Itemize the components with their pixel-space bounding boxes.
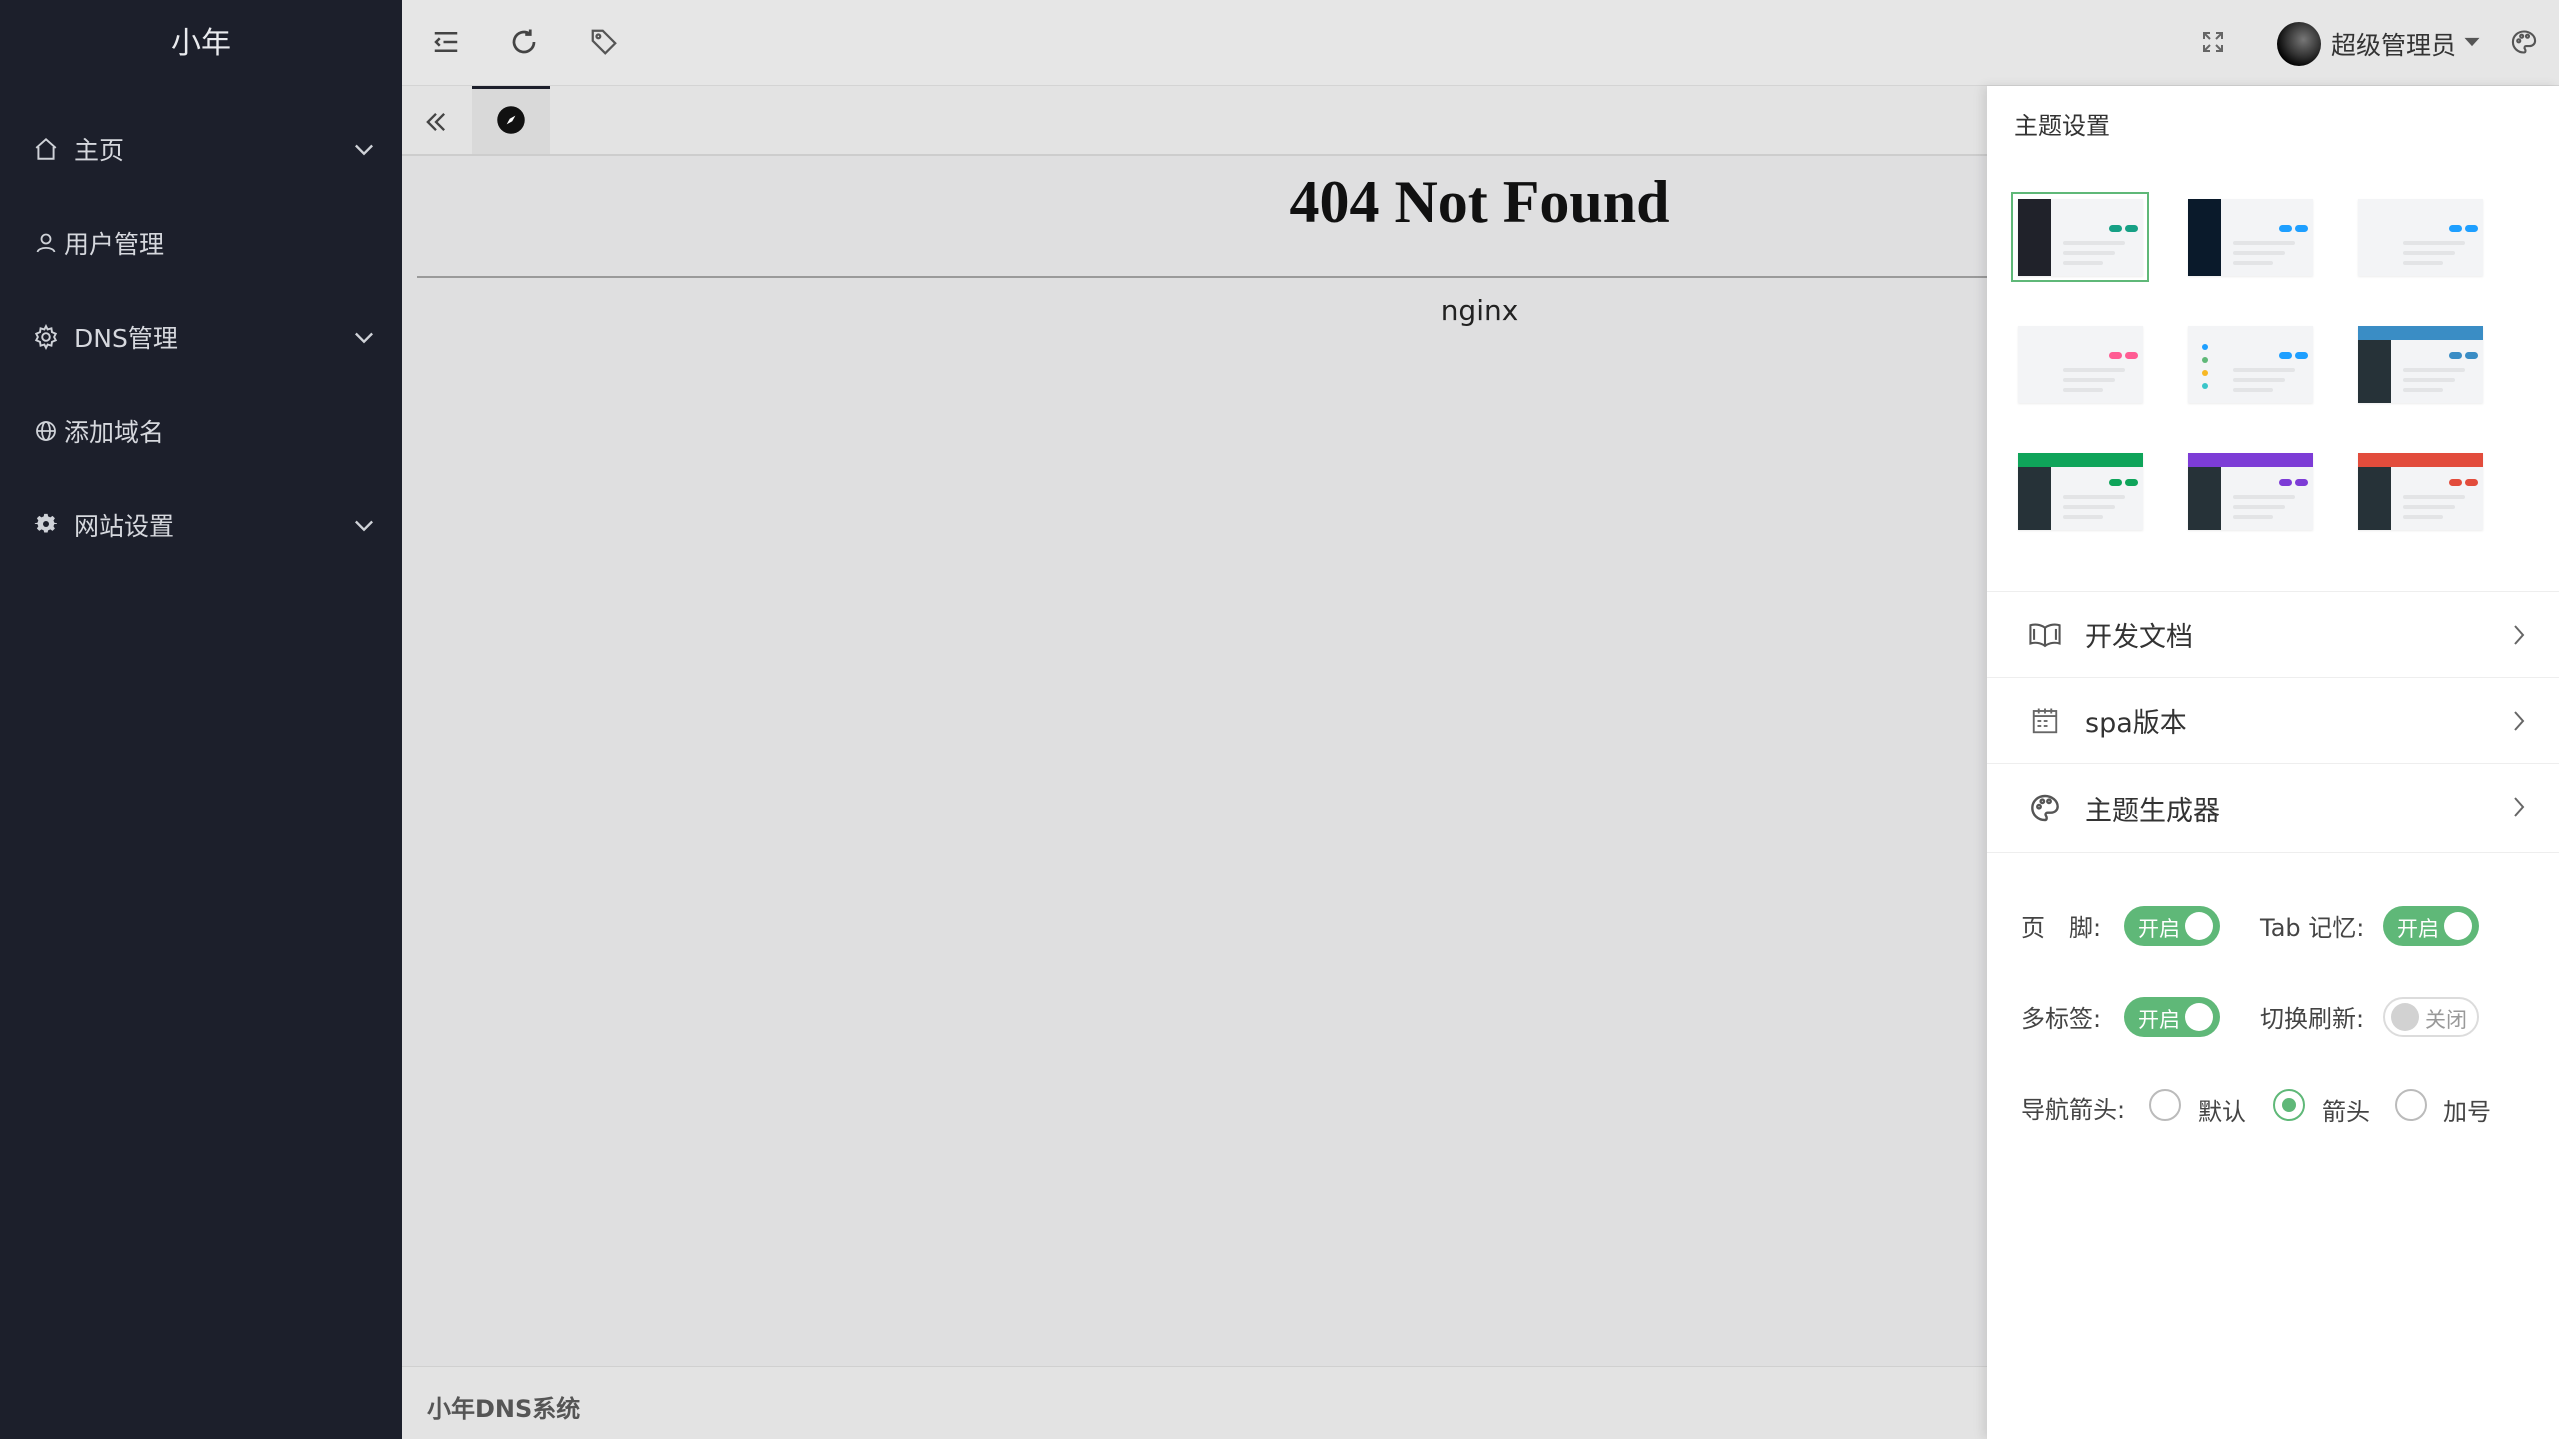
sidebar-item-dns[interactable]: DNS管理 bbox=[0, 290, 402, 384]
footer-toggle[interactable]: 开启 bbox=[2124, 906, 2220, 946]
theme-option-1[interactable] bbox=[2011, 192, 2149, 282]
switch-refresh-label: 切换刷新: bbox=[2260, 1005, 2365, 1033]
sidebar-item-label: 主页 bbox=[74, 136, 125, 165]
toggle-state: 开启 bbox=[2397, 917, 2439, 941]
link-label: 开发文档 bbox=[2085, 622, 2193, 653]
sidebar-item-users[interactable]: 用户管理 bbox=[0, 196, 402, 290]
theme-thumbnail bbox=[2188, 453, 2313, 530]
theme-thumbnail bbox=[2018, 453, 2143, 530]
palette-icon bbox=[2025, 788, 2065, 828]
compass-icon bbox=[496, 105, 526, 139]
sidebar-item-label: 添加域名 bbox=[64, 418, 165, 447]
link-theme-generator[interactable]: 主题生成器 bbox=[1987, 763, 2559, 853]
cog-icon bbox=[32, 511, 60, 539]
logo: 小年 bbox=[171, 26, 231, 61]
theme-option-2[interactable] bbox=[2181, 192, 2319, 282]
fullscreen-icon[interactable] bbox=[2193, 22, 2233, 62]
toggle-state: 开启 bbox=[2138, 917, 2180, 941]
tab-memory-toggle[interactable]: 开启 bbox=[2383, 906, 2479, 946]
switch-refresh-toggle[interactable]: 关闭 bbox=[2383, 997, 2479, 1037]
sidebar-item-add-domain[interactable]: 添加域名 bbox=[0, 384, 402, 478]
panel-title: 主题设置 bbox=[2014, 112, 2110, 140]
footer-text: 小年DNS系统 bbox=[427, 1395, 581, 1423]
nav-arrow-label: 导航箭头: bbox=[2021, 1096, 2126, 1124]
sidebar-item-label: 网站设置 bbox=[74, 512, 175, 541]
link-spa-version[interactable]: spa版本 bbox=[1987, 677, 2559, 763]
refresh-icon[interactable] bbox=[504, 22, 544, 62]
avatar bbox=[2277, 22, 2321, 66]
theme-thumbnail bbox=[2358, 199, 2483, 276]
sidebar: 小年 主页 用户管理 DNS管理 添加域名 网站设置 bbox=[0, 0, 402, 1439]
theme-thumbnail bbox=[2188, 199, 2313, 276]
theme-option-6[interactable] bbox=[2351, 319, 2489, 409]
user-menu[interactable]: 超级管理员 bbox=[2277, 22, 2482, 66]
toggle-knob bbox=[2444, 912, 2472, 940]
gear-icon bbox=[32, 323, 60, 351]
main-content: 404 Not Found nginx bbox=[402, 156, 1990, 1366]
tag-icon[interactable] bbox=[584, 22, 624, 62]
radio-label: 默认 bbox=[2198, 1098, 2246, 1126]
nav-arrow-radio-default[interactable] bbox=[2149, 1089, 2181, 1121]
tab-home[interactable] bbox=[472, 86, 550, 154]
book-icon bbox=[2025, 615, 2065, 655]
toggle-knob bbox=[2391, 1003, 2419, 1031]
sidebar-item-label: 用户管理 bbox=[64, 230, 165, 259]
toggle-knob bbox=[2185, 1003, 2213, 1031]
user-name: 超级管理员 bbox=[2331, 31, 2457, 60]
divider bbox=[417, 276, 1990, 278]
menu-collapse-icon[interactable] bbox=[426, 22, 466, 62]
chevron-down-icon bbox=[350, 511, 378, 539]
theme-thumbnail bbox=[2188, 326, 2313, 403]
tab-memory-label: Tab 记忆: bbox=[2260, 914, 2365, 942]
chevron-right-icon bbox=[2507, 621, 2531, 649]
radio-label: 加号 bbox=[2443, 1098, 2491, 1126]
theme-thumbnail bbox=[2358, 453, 2483, 530]
caret-down-icon bbox=[2462, 32, 2482, 56]
multi-tab-label: 多标签: bbox=[2021, 1005, 2102, 1033]
tabs-bar bbox=[402, 86, 1990, 156]
link-label: 主题生成器 bbox=[2085, 795, 2220, 827]
link-label: spa版本 bbox=[2085, 708, 2187, 739]
sidebar-item-home[interactable]: 主页 bbox=[0, 102, 402, 196]
sidebar-item-site-settings[interactable]: 网站设置 bbox=[0, 478, 402, 572]
link-dev-docs[interactable]: 开发文档 bbox=[1987, 591, 2559, 677]
footer: 小年DNS系统 bbox=[402, 1366, 1990, 1439]
globe-icon bbox=[32, 417, 60, 445]
palette-icon[interactable] bbox=[2504, 22, 2544, 62]
chevron-down-icon bbox=[350, 323, 378, 351]
toggle-state: 开启 bbox=[2138, 1008, 2180, 1032]
footer-option-label: 页 脚: bbox=[2021, 914, 2102, 942]
nav-arrow-radio-plus[interactable] bbox=[2395, 1089, 2427, 1121]
theme-thumbnail bbox=[2018, 326, 2143, 403]
theme-option-3[interactable] bbox=[2351, 192, 2489, 282]
user-icon bbox=[32, 229, 60, 257]
chevron-right-icon bbox=[2507, 707, 2531, 735]
theme-option-7[interactable] bbox=[2011, 446, 2149, 536]
theme-settings-panel: 主题设置 开发文档 spa版本 主题生成器 页 脚: 开启 Tab 记忆: 开启… bbox=[1987, 86, 2559, 1439]
calendar-icon bbox=[2025, 701, 2065, 741]
radio-label: 箭头 bbox=[2322, 1098, 2370, 1126]
home-icon bbox=[32, 135, 60, 163]
chevron-right-icon bbox=[2507, 793, 2531, 821]
sidebar-item-label: DNS管理 bbox=[74, 324, 178, 353]
theme-option-8[interactable] bbox=[2181, 446, 2319, 536]
toggle-state: 关闭 bbox=[2425, 1008, 2467, 1032]
theme-option-5[interactable] bbox=[2181, 319, 2319, 409]
multi-tab-toggle[interactable]: 开启 bbox=[2124, 997, 2220, 1037]
top-header: 超级管理员 bbox=[402, 0, 2559, 86]
theme-option-9[interactable] bbox=[2351, 446, 2489, 536]
toggle-knob bbox=[2185, 912, 2213, 940]
nav-arrow-radio-arrow[interactable] bbox=[2273, 1089, 2305, 1121]
double-chevron-left-icon[interactable] bbox=[416, 102, 456, 142]
chevron-down-icon bbox=[350, 135, 378, 163]
theme-thumbnail bbox=[2018, 199, 2143, 276]
theme-option-4[interactable] bbox=[2011, 319, 2149, 409]
theme-thumbnail bbox=[2358, 326, 2483, 403]
